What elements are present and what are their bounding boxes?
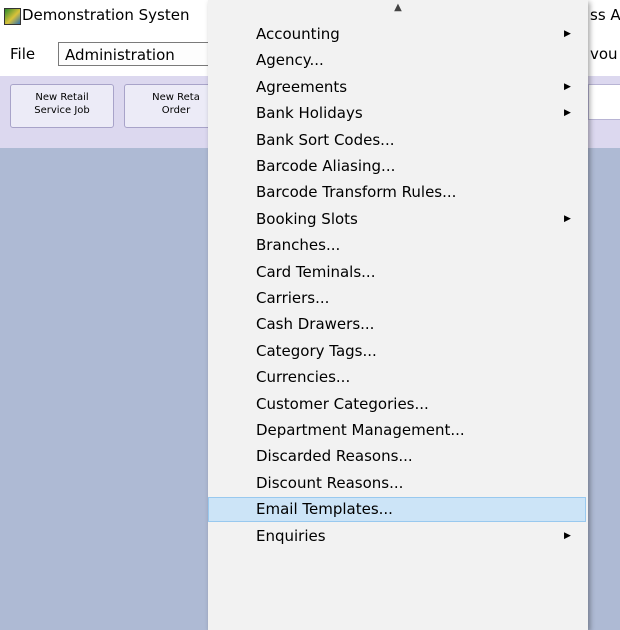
menu-item-carriers[interactable]: Carriers... bbox=[208, 286, 586, 311]
menu-administration[interactable]: Administration bbox=[58, 42, 210, 66]
menu-item-discount-reasons[interactable]: Discount Reasons... bbox=[208, 471, 586, 496]
button-label-line1: New Retail bbox=[35, 92, 89, 103]
window-title-right-fragment: ss A bbox=[590, 6, 620, 24]
menu-item-label: Booking Slots bbox=[256, 209, 358, 228]
menu-item-label: Agency... bbox=[256, 51, 324, 70]
menu-item-discarded-reasons[interactable]: Discarded Reasons... bbox=[208, 444, 586, 469]
menu-item-label: Cash Drawers... bbox=[256, 315, 375, 334]
submenu-arrow-icon: ▶ bbox=[564, 108, 571, 119]
menu-item-label: Carriers... bbox=[256, 289, 330, 307]
menu-item-label: Category Tags... bbox=[256, 341, 377, 360]
menu-item-label: Barcode Aliasing... bbox=[256, 157, 396, 175]
menu-item-barcode-aliasing[interactable]: Barcode Aliasing... bbox=[208, 154, 586, 179]
menu-item-label: Department Management... bbox=[256, 421, 465, 439]
button-label-line2: Service Job bbox=[34, 105, 90, 116]
menu-item-bank-sort-codes[interactable]: Bank Sort Codes... bbox=[208, 128, 586, 153]
menu-item-label: Card Teminals... bbox=[256, 262, 376, 281]
menu-item-branches[interactable]: Branches... bbox=[208, 233, 586, 258]
menu-item-agency[interactable]: Agency... bbox=[208, 48, 586, 73]
submenu-arrow-icon: ▶ bbox=[564, 29, 571, 39]
menu-item-agreements[interactable]: Agreements ▶ bbox=[208, 75, 586, 100]
menu-item-label: Discount Reasons... bbox=[256, 473, 404, 492]
menu-item-card-teminals[interactable]: Card Teminals... bbox=[208, 260, 586, 285]
menu-item-label: Bank Holidays bbox=[256, 104, 363, 123]
menu-item-label: Bank Sort Codes... bbox=[256, 130, 395, 149]
menu-item-bank-holidays[interactable]: Bank Holidays ▶ bbox=[208, 101, 586, 126]
menu-item-email-templates[interactable]: Email Templates... bbox=[208, 497, 586, 523]
menu-item-label: Customer Categories... bbox=[256, 394, 429, 413]
menu-right-fragment[interactable]: vou bbox=[588, 42, 620, 66]
administration-dropdown-menu: ▲ Accounting ▶ Agency... Agreements ▶ Bank Ho… bbox=[208, 0, 588, 630]
menu-item-label: Enquiries bbox=[256, 526, 326, 545]
submenu-arrow-icon: ▶ bbox=[564, 530, 571, 541]
menu-item-department-management[interactable]: Department Management... bbox=[208, 418, 586, 443]
submenu-arrow-icon: ▶ bbox=[564, 213, 571, 224]
window-title: Demonstration Systen bbox=[22, 6, 190, 24]
menu-item-label: Accounting bbox=[256, 25, 340, 43]
menu-item-label: Agreements bbox=[256, 77, 348, 96]
submenu-arrow-icon: ▶ bbox=[564, 81, 571, 92]
menu-item-barcode-transform-rules[interactable]: Barcode Transform Rules... bbox=[208, 180, 586, 205]
new-retail-service-job-button[interactable]: New Retail Service Job bbox=[10, 84, 114, 128]
app-logo-icon bbox=[4, 8, 21, 25]
menu-item-label: Branches... bbox=[256, 236, 341, 255]
menu-item-category-tags[interactable]: Category Tags... bbox=[208, 339, 586, 364]
menu-item-label: Discarded Reasons... bbox=[256, 447, 413, 466]
menu-item-label: Currencies... bbox=[256, 368, 351, 387]
scroll-up-arrow-icon[interactable]: ▲ bbox=[388, 0, 408, 16]
toolbar-right-field[interactable] bbox=[588, 84, 620, 120]
menu-item-customer-categories[interactable]: Customer Categories... bbox=[208, 392, 586, 417]
menu-item-enquiries[interactable]: Enquiries ▶ bbox=[208, 524, 586, 549]
menu-item-cash-drawers[interactable]: Cash Drawers... bbox=[208, 312, 586, 337]
menu-item-booking-slots[interactable]: Booking Slots ▶ bbox=[208, 207, 586, 232]
menu-item-accounting[interactable]: Accounting ▶ bbox=[208, 22, 586, 47]
menu-file[interactable]: File bbox=[4, 42, 41, 66]
menu-item-currencies[interactable]: Currencies... bbox=[208, 365, 586, 390]
menu-item-label: Barcode Transform Rules... bbox=[256, 183, 457, 202]
menu-item-label: Email Templates... bbox=[256, 500, 393, 519]
